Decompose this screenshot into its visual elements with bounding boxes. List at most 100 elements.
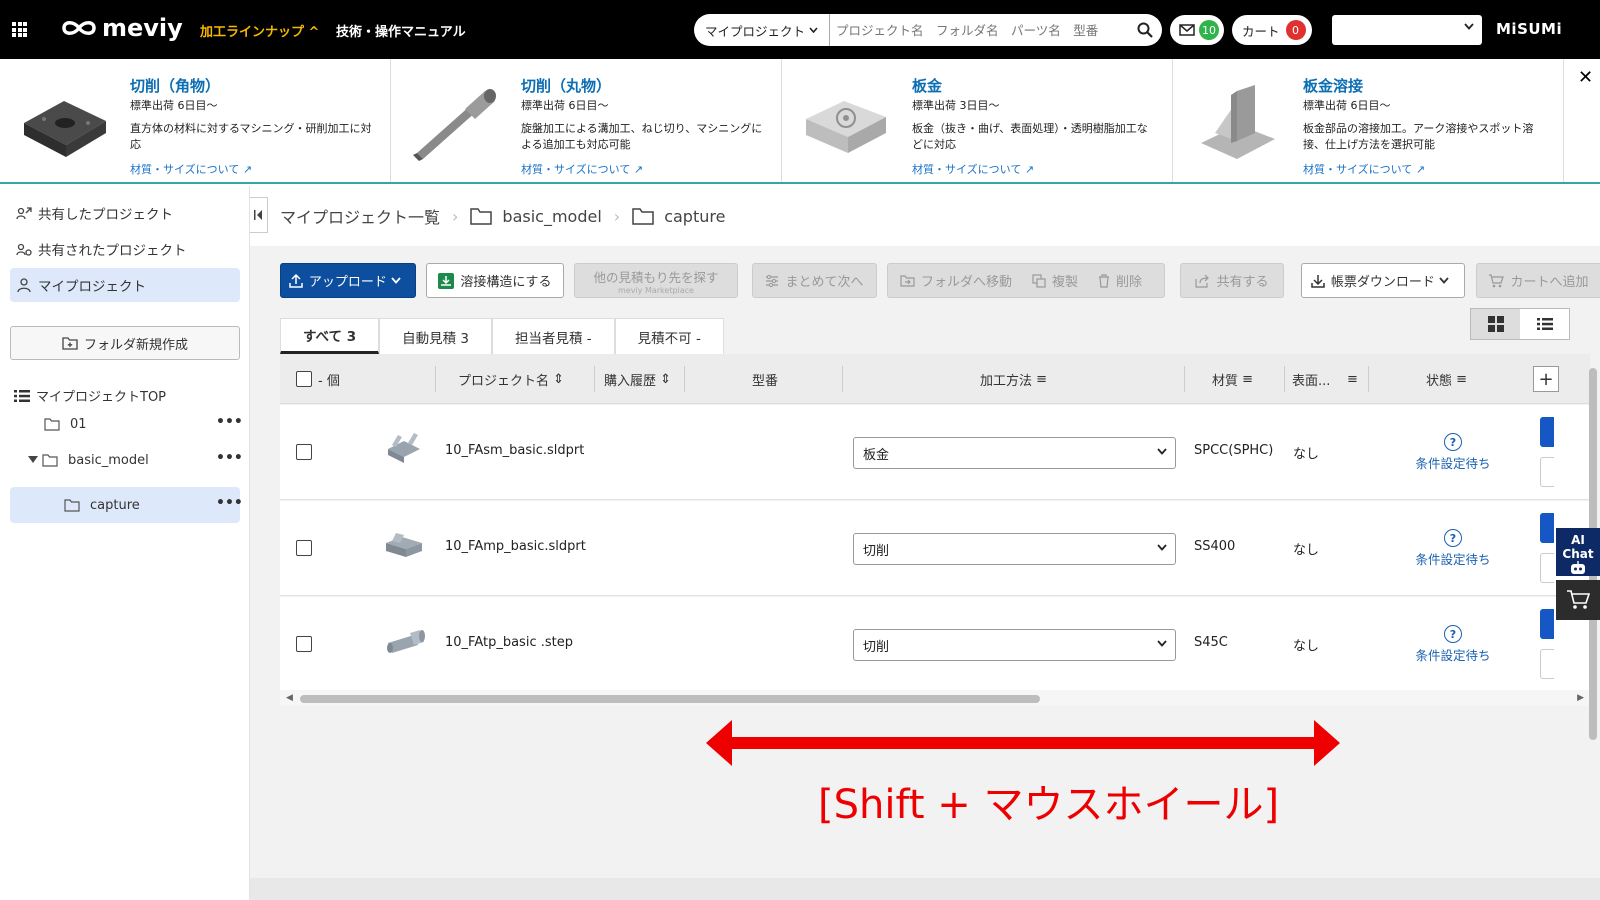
material-size-link[interactable]: 材質・サイズについて ↗ [912,161,1034,177]
project-name[interactable]: 10_FAmp_basic.sldprt [445,539,586,554]
tab-not-quotable[interactable]: 見積不可 - [614,318,724,354]
breadcrumb-root[interactable]: マイプロジェクト一覧 [280,204,440,228]
process-select[interactable]: 板金 [853,437,1176,469]
process-select[interactable]: 切削 [853,533,1176,565]
process-select[interactable]: 切削 [853,629,1176,661]
chevron-down-icon [1439,277,1449,284]
row-action-button[interactable] [1540,513,1554,543]
row-checkbox[interactable] [296,540,312,556]
sidebar-item-my-projects[interactable]: マイプロジェクト [10,268,240,302]
share-button[interactable]: 共有する [1180,263,1284,298]
search-scope-select[interactable]: マイプロジェクト [694,14,830,46]
column-material[interactable]: 材質 ≡ [1212,354,1253,404]
process-card[interactable]: 板金溶接 標準出荷 6日目～ 板金部品の溶接加工。アーク溶接やスポット溶接、仕上… [1173,59,1564,182]
scroll-left-icon[interactable]: ◀ [286,693,293,703]
duplicate-button[interactable]: 複製 [1032,271,1078,290]
project-name[interactable]: 10_FAtp_basic .step [445,635,573,650]
breadcrumb: マイプロジェクト一覧 › basic_model › capture [250,186,1600,246]
new-folder-button[interactable]: フォルダ新規作成 [10,326,240,360]
table-row[interactable]: 10_FAmp_basic.sldprt 切削 SS400 なし ? 条件設定待… [280,501,1590,596]
list-view-button[interactable] [1520,309,1569,339]
scroll-right-icon[interactable]: ▶ [1577,693,1584,703]
breadcrumb-basic-model[interactable]: basic_model [470,207,602,226]
chevron-down-icon [809,27,818,33]
delete-button[interactable]: 削除 [1098,271,1142,290]
upload-button[interactable]: アップロード [280,263,416,298]
breadcrumb-capture[interactable]: capture [632,207,725,226]
find-other-quote-button[interactable]: 他の見積もり先を探す meviy Marketplace [574,263,738,298]
row-checkbox[interactable] [296,636,312,652]
search-button[interactable] [1128,22,1162,38]
row-action-button[interactable] [1540,417,1554,447]
meviy-logo[interactable]: meviy [60,14,183,42]
tree-item-basic-model[interactable]: basic_model [28,442,149,478]
move-to-folder-button[interactable]: フォルダへ移動 [900,271,1012,290]
message-button[interactable]: 10 [1170,15,1224,45]
tree-item-capture[interactable]: capture [64,487,140,523]
add-to-cart-button[interactable]: カートへ追加 [1476,263,1600,298]
material-value: SS400 [1194,539,1236,554]
more-options-icon[interactable]: ••• [216,495,243,511]
material-size-link[interactable]: 材質・サイズについて ↗ [1303,161,1425,177]
horizontal-scrollbar[interactable]: ◀ ▶ [280,690,1590,706]
tab-all[interactable]: すべて 3 [280,318,380,354]
nav-process-lineup[interactable]: 加工ラインナップ ^ [200,21,319,40]
add-column-button[interactable]: + [1533,366,1559,392]
meviy-logo-mark-icon [62,21,96,35]
material-size-link[interactable]: 材質・サイズについて ↗ [521,161,643,177]
grid-view-button[interactable] [1471,309,1520,339]
select-all-checkbox[interactable] [296,371,312,387]
horizontal-scroll-thumb[interactable] [300,695,1040,703]
sidebar-item-shared-with-me[interactable]: 共有されたプロジェクト [10,232,240,266]
account-select[interactable] [1332,15,1482,45]
process-lead-time: 標準出荷 6日目～ [130,99,218,112]
process-card[interactable]: 切削（丸物） 標準出荷 6日目～ 旋盤加工による溝加工、ねじ切り、マシニングによ… [391,59,782,182]
column-purchase-history[interactable]: 購入履歴 ⇕ [604,354,671,404]
download-report-button[interactable]: 帳票ダウンロード [1301,263,1465,298]
weld-structure-button[interactable]: 溶接構造にする [426,263,564,298]
collapse-sidebar-button[interactable] [250,197,268,233]
table-header: - 個 プロジェクト名 ⇕ 購入履歴 ⇕ 型番 加工方法 ≡ 材質 ≡ 表面..… [280,354,1590,404]
cart-button[interactable]: カート 0 [1232,15,1312,45]
status-cell[interactable]: ? 条件設定待ち [1410,529,1496,568]
turned-shaft-thumbnail-icon [387,630,425,653]
row-action-button[interactable] [1540,609,1554,639]
ai-chat-button[interactable]: AI Chat [1556,528,1600,576]
chevron-down-icon [391,277,401,284]
table-row[interactable]: 10_FAsm_basic.sldprt 板金 SPCC(SPHC) なし ? … [280,405,1590,500]
process-name: 切削（角物） [130,77,221,95]
tab-manual-quote[interactable]: 担当者見積 - [492,318,615,354]
copy-icon [1032,273,1046,288]
table-row[interactable]: 10_FAtp_basic .step 切削 S45C なし ? 条件設定待ち [280,597,1590,692]
column-surface[interactable]: 表面... ≡ [1292,354,1358,404]
app-grid-icon[interactable] [12,22,27,37]
status-cell[interactable]: ? 条件設定待ち [1410,625,1496,664]
more-options-icon[interactable]: ••• [216,414,243,430]
tree-root[interactable]: マイプロジェクトTOP [14,386,166,405]
column-process[interactable]: 加工方法 ≡ [980,354,1047,404]
column-status[interactable]: 状態 ≡ [1426,354,1467,404]
close-icon[interactable]: ✕ [1578,67,1593,88]
process-card[interactable]: 板金 標準出荷 3日目～ 板金（抜き・曲げ、表面処理）・透明樹脂加工などに対応 … [782,59,1173,182]
row-secondary-button[interactable] [1540,649,1554,679]
tab-auto-quote[interactable]: 自動見積 3 [379,318,492,354]
sidebar-item-shared-by-me[interactable]: 共有したプロジェクト [10,196,240,230]
floating-cart-button[interactable] [1556,580,1600,620]
nav-manual[interactable]: 技術・操作マニュアル [336,21,466,40]
row-secondary-button[interactable] [1540,457,1554,487]
status-label: 条件設定待ち [1415,648,1491,663]
batch-next-button[interactable]: まとめて次へ [752,263,877,298]
material-size-link[interactable]: 材質・サイズについて ↗ [130,161,252,177]
misumi-logo[interactable]: MiSUMi [1496,20,1562,38]
row-secondary-button[interactable] [1540,553,1554,583]
more-options-icon[interactable]: ••• [216,450,243,466]
tree-item-01[interactable]: 01 [44,406,87,442]
welded-bracket-icon [1201,85,1275,159]
cart-count-badge: 0 [1285,20,1306,40]
status-cell[interactable]: ? 条件設定待ち [1410,433,1496,472]
column-project-name[interactable]: プロジェクト名 ⇕ [458,354,564,404]
process-card[interactable]: 切削（角物） 標準出荷 6日目～ 直方体の材料に対するマシニング・研削加工に対応… [0,59,391,182]
project-name[interactable]: 10_FAsm_basic.sldprt [445,443,584,458]
row-checkbox[interactable] [296,444,312,460]
search-input[interactable] [830,16,1128,44]
